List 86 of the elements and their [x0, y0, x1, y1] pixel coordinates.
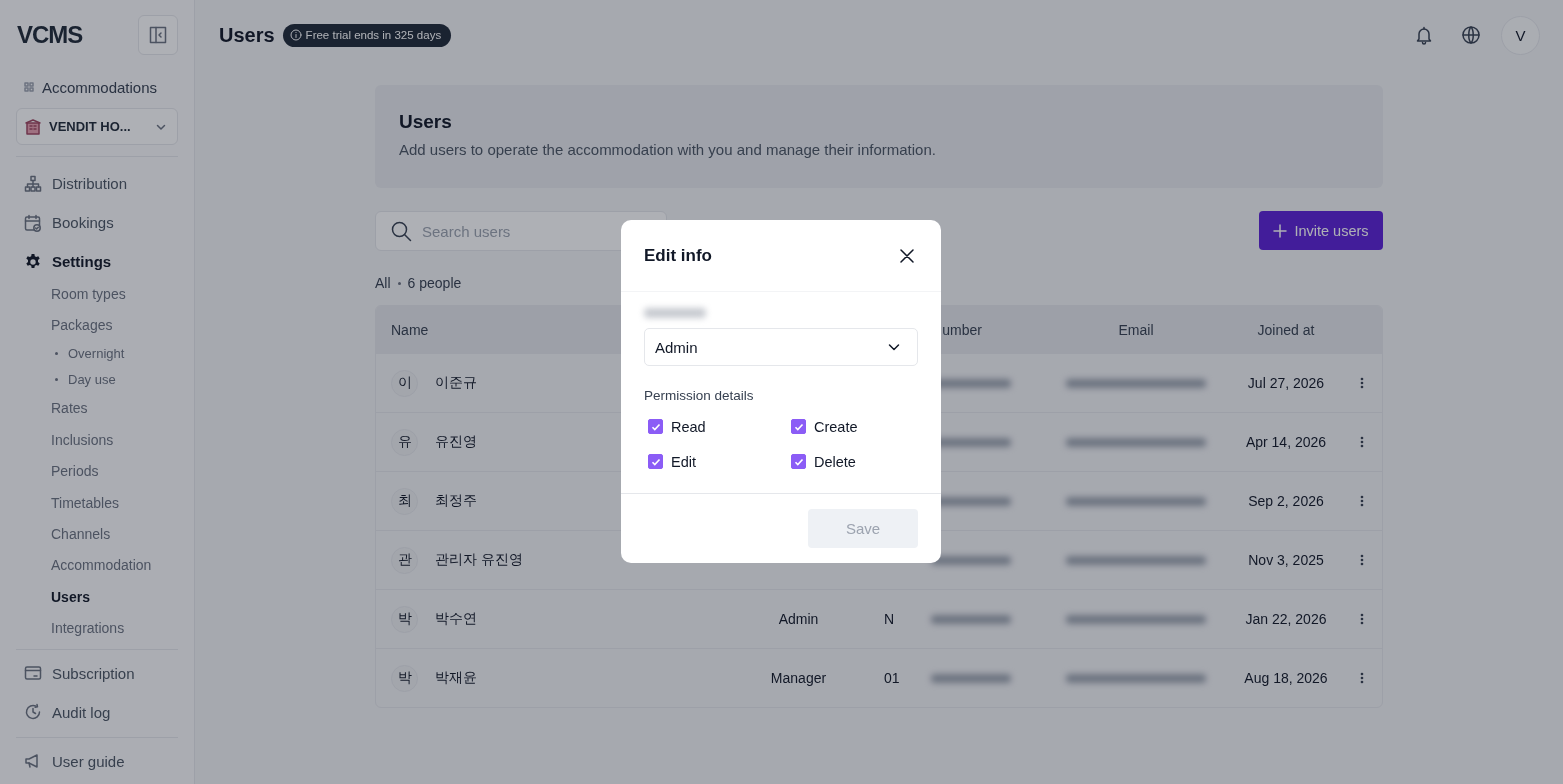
- page-title: Users: [219, 23, 275, 47]
- nav-item[interactable]: Distribution: [16, 164, 178, 203]
- invite-button[interactable]: Invite users: [1259, 211, 1383, 250]
- more-icon: [1359, 436, 1364, 448]
- search-icon: [390, 220, 412, 242]
- globe-icon: [1461, 25, 1481, 45]
- sitemap-icon: [24, 174, 42, 193]
- role-select[interactable]: Admin: [644, 328, 918, 366]
- nav-subitem[interactable]: Room types: [51, 278, 178, 310]
- user-name: 유진영: [435, 433, 477, 451]
- column-header: Joined at: [1256, 321, 1316, 338]
- joined-date: Jul 27, 2026: [1247, 375, 1325, 391]
- joined-date: Jan 22, 2026: [1245, 611, 1327, 627]
- nav-subitem[interactable]: Integrations: [51, 612, 178, 644]
- gear-icon: [24, 252, 42, 271]
- logo: VCMS: [17, 21, 83, 49]
- avatar-initial: 관: [391, 546, 418, 574]
- nav-subitem[interactable]: Day use: [68, 372, 116, 388]
- user-name: 관리자 유진영: [435, 551, 523, 569]
- more-icon: [1359, 554, 1364, 566]
- phone-text: N: [884, 611, 895, 627]
- joined-date: Apr 14, 2026: [1245, 434, 1327, 450]
- more-icon: [1359, 495, 1364, 507]
- avatar-initial: 박: [391, 605, 418, 633]
- joined-date: Nov 3, 2025: [1248, 552, 1324, 568]
- trial-badge: Free trial ends in 325 days: [282, 23, 452, 47]
- more-icon: [1359, 672, 1364, 684]
- nav-subitem[interactable]: Channels: [51, 518, 178, 550]
- hotel-icon: [25, 118, 41, 135]
- section-description: Add users to operate the accommodation with you and manage their information.: [399, 141, 937, 158]
- redacted-text: [644, 308, 706, 318]
- nav-item[interactable]: Audit log: [16, 692, 178, 732]
- user-name: 박재윤: [435, 669, 477, 687]
- collapse-button[interactable]: [138, 15, 178, 55]
- nav-subitem[interactable]: Inclusions: [51, 424, 178, 456]
- close-icon: [899, 247, 915, 264]
- joined-date: Aug 18, 2026: [1244, 670, 1328, 686]
- permission-checkbox[interactable]: Create: [791, 416, 918, 437]
- nav-item[interactable]: Subscription: [16, 653, 178, 693]
- sidebar-collapse-icon: [149, 26, 167, 44]
- field-label: Permission details: [644, 388, 755, 403]
- nav-subitem[interactable]: Overnight: [68, 346, 125, 362]
- nav-subitem[interactable]: Users: [51, 581, 178, 613]
- avatar-initial: 박: [391, 664, 418, 692]
- nav-subitem[interactable]: Rates: [51, 392, 178, 425]
- permission-checkbox[interactable]: Delete: [791, 451, 918, 472]
- user-name: 이준규: [435, 374, 477, 392]
- nav-item[interactable]: Bookings: [16, 203, 178, 242]
- user-name: 박수연: [435, 610, 477, 628]
- filter-label: All: [375, 275, 391, 291]
- joined-date: Sep 2, 2026: [1248, 493, 1324, 509]
- user-avatar[interactable]: V: [1501, 15, 1540, 55]
- permission-checkbox[interactable]: Edit: [648, 451, 791, 472]
- role-text: Admin: [778, 611, 819, 627]
- nav-subitem[interactable]: Packages: [51, 309, 178, 341]
- info-icon: [289, 29, 302, 41]
- nav-item[interactable]: User guide: [16, 741, 178, 781]
- more-icon: [1359, 377, 1364, 389]
- phone-text: 01: [884, 670, 900, 686]
- column-header: Email: [1117, 321, 1155, 338]
- people-count: 6 people: [407, 275, 462, 291]
- separator-dot: [397, 281, 401, 285]
- property-select[interactable]: VENDIT HO...: [16, 108, 178, 145]
- section-label: Accommodations: [42, 78, 158, 96]
- calendar-icon: [24, 213, 42, 232]
- bullet-icon: [55, 378, 58, 382]
- plus-icon: [1273, 223, 1288, 238]
- role-text: Manager: [770, 670, 827, 686]
- nav-subitem[interactable]: Timetables: [51, 486, 178, 519]
- nav-subitem[interactable]: Periods: [51, 455, 178, 487]
- more-icon: [1359, 613, 1364, 625]
- bullet-icon: [55, 352, 58, 356]
- column-header: Name: [390, 321, 430, 338]
- clock-icon: [24, 703, 42, 722]
- nav-subitem[interactable]: Accommodation: [51, 549, 178, 582]
- permission-checkbox[interactable]: Read: [648, 416, 791, 437]
- avatar-initial: 최: [391, 487, 418, 515]
- bell-icon: [1414, 25, 1434, 45]
- nav-item[interactable]: Settings: [16, 242, 178, 281]
- avatar-initial: 이: [391, 369, 418, 397]
- user-name: 최정주: [435, 492, 477, 510]
- column-header: umber: [941, 321, 983, 338]
- card-icon: [24, 664, 42, 683]
- avatar-initial: 유: [391, 428, 418, 456]
- grid-icon: [24, 82, 34, 92]
- section-title: Users: [399, 111, 453, 133]
